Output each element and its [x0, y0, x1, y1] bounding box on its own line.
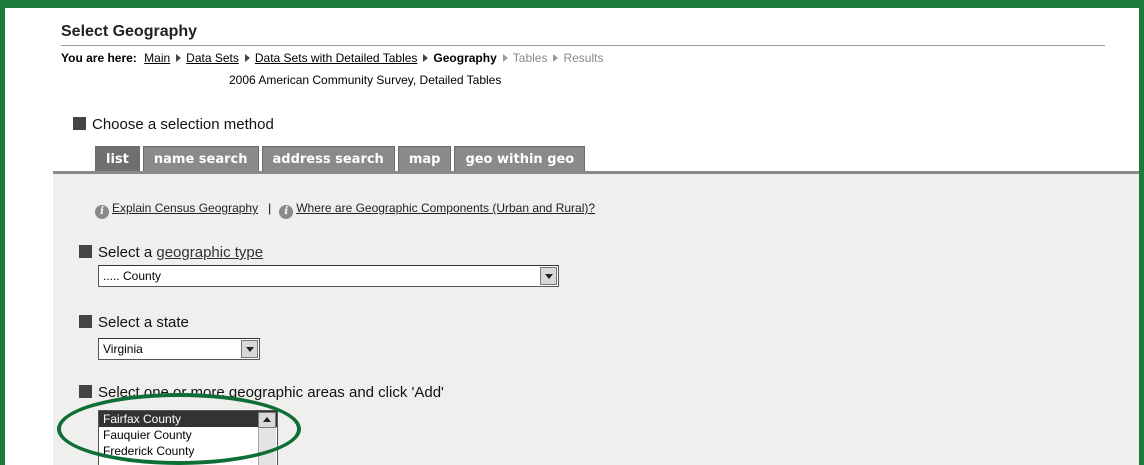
- chevron-down-icon[interactable]: [241, 340, 258, 358]
- state-select[interactable]: Virginia: [98, 338, 260, 360]
- breadcrumb-link-detailed-tables[interactable]: Data Sets with Detailed Tables: [255, 51, 418, 65]
- list-item[interactable]: Fairfax County: [99, 411, 277, 427]
- breadcrumb-arrow-icon: [553, 54, 559, 62]
- state-label: Select a state: [98, 314, 189, 331]
- chevron-down-icon[interactable]: [540, 267, 557, 285]
- breadcrumb-arrow-icon: [502, 54, 508, 62]
- geo-type-label-prefix: Select a: [98, 244, 153, 261]
- breadcrumb-current: Geography: [433, 51, 497, 65]
- selection-method-label: Choose a selection method: [92, 116, 274, 133]
- state-value: Virginia: [103, 342, 143, 356]
- areas-label: Select one or more geographic areas and …: [98, 384, 444, 401]
- bullet-square-icon: [79, 245, 92, 258]
- geographic-components-link[interactable]: Where are Geographic Components (Urban a…: [296, 201, 595, 215]
- breadcrumb-link-main[interactable]: Main: [144, 51, 170, 65]
- areas-heading: Select one or more geographic areas and …: [79, 384, 444, 401]
- tab-map[interactable]: map: [397, 146, 452, 171]
- breadcrumb-link-data-sets[interactable]: Data Sets: [186, 51, 239, 65]
- frame-left-border: [0, 0, 5, 465]
- scrollbar[interactable]: [258, 428, 276, 465]
- list-item[interactable]: Frederick County: [99, 443, 277, 459]
- scroll-up-icon[interactable]: [258, 412, 276, 428]
- list-item[interactable]: Fauquier County: [99, 427, 277, 443]
- breadcrumb: You are here: Main Data Sets Data Sets wit…: [61, 51, 603, 65]
- breadcrumb-arrow-icon: [176, 54, 182, 62]
- tab-address-search[interactable]: address search: [261, 146, 395, 171]
- breadcrumb-step-results: Results: [563, 51, 604, 65]
- page-title: Select Geography: [61, 23, 198, 40]
- frame-top-border: [0, 0, 1144, 8]
- geographic-areas-listbox[interactable]: Fairfax County Fauquier County Frederick…: [98, 410, 278, 465]
- dataset-name: 2006 American Community Survey, Detailed…: [229, 73, 502, 87]
- breadcrumb-lead: You are here:: [61, 51, 137, 65]
- breadcrumb-step-tables: Tables: [512, 51, 548, 65]
- tab-geo-within-geo[interactable]: geo within geo: [454, 146, 586, 171]
- geographic-type-link[interactable]: geographic type: [156, 244, 263, 261]
- selection-method-heading: Choose a selection method: [73, 116, 274, 133]
- state-heading: Select a state: [79, 314, 189, 331]
- bullet-square-icon: [79, 315, 92, 328]
- info-icon: i: [279, 205, 294, 219]
- help-separator: |: [268, 201, 272, 215]
- help-links: i Explain Census Geography | i Where are Geo…: [95, 201, 595, 219]
- title-divider: [61, 45, 1105, 46]
- frame-right-border: [1139, 0, 1144, 465]
- explain-geography-link[interactable]: Explain Census Geography: [112, 201, 258, 215]
- breadcrumb-arrow-icon: [423, 54, 429, 62]
- method-tabs: list name search address search map geo …: [95, 146, 586, 171]
- info-icon: i: [95, 205, 109, 219]
- geo-type-value: ..... County: [103, 269, 162, 283]
- breadcrumb-arrow-icon: [244, 54, 250, 62]
- geo-type-heading: Select a geographic type: [79, 244, 263, 261]
- geo-type-select[interactable]: ..... County: [98, 265, 559, 287]
- tab-list[interactable]: list: [95, 146, 140, 171]
- bullet-square-icon: [79, 385, 92, 398]
- tab-name-search[interactable]: name search: [142, 146, 259, 171]
- bullet-square-icon: [73, 117, 86, 130]
